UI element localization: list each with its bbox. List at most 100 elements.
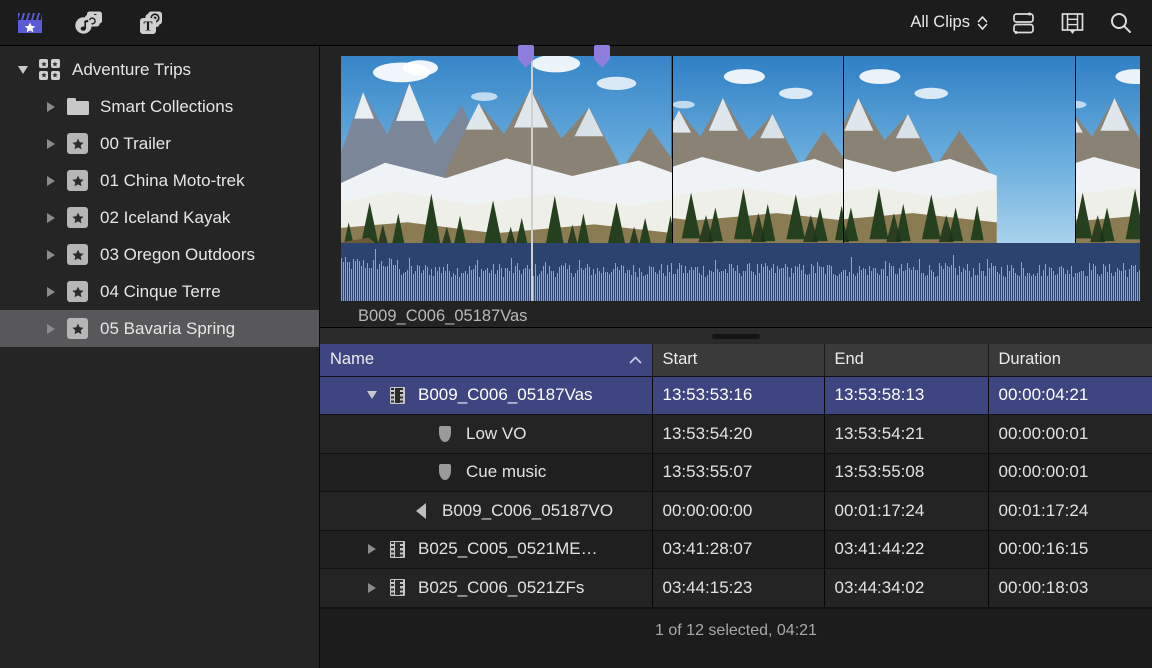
sidebar-disclosure[interactable] [10,66,36,74]
row-disclosure[interactable] [360,583,384,593]
sidebar-disclosure[interactable] [38,213,64,223]
column-header-label: Start [663,350,698,368]
star-icon [67,244,88,265]
table-row[interactable]: B009_C006_05187VO00:00:00:0000:01:17:240… [320,492,1152,531]
filmstrip-top-spacer [320,46,1152,56]
filmstrip-thumbnail [673,56,845,243]
disclosure-triangle-right-icon[interactable] [47,324,55,334]
column-header-name[interactable]: Name [320,344,652,376]
all-clips-label: All Clips [910,13,970,32]
all-clips-filter-button[interactable]: All Clips [910,13,988,32]
sidebar-item-icon [64,133,91,154]
sidebar-item-label: 03 Oregon Outdoors [91,245,255,265]
column-header-duration[interactable]: Duration [988,344,1152,376]
table-row[interactable]: Low VO13:53:54:2013:53:54:2100:00:00:01 [320,415,1152,454]
sidebar-item-00-trailer[interactable]: 00 Trailer [0,125,319,162]
row-type-icon [432,426,458,442]
audio-waveform [341,243,1140,301]
filmstrip-clip[interactable] [341,56,1140,301]
cell-duration: 00:00:04:21 [988,376,1152,415]
sidebar-item-adventure-trips[interactable]: Adventure Trips [0,51,319,88]
sidebar-item-icon [64,207,91,228]
cell-name[interactable]: B025_C005_0521ME… [320,530,652,569]
search-icon[interactable] [1108,11,1134,35]
list-view-icon[interactable] [1010,11,1037,35]
marker-cue-music[interactable] [594,45,610,67]
sidebar-disclosure[interactable] [38,139,64,149]
sidebar-item-label: 01 China Moto-trek [91,171,245,191]
chevron-up-down-icon [977,15,988,31]
sidebar-item-label: Adventure Trips [63,60,191,80]
cell-end: 03:44:34:02 [824,569,988,608]
filmstrip-view-icon[interactable] [1059,11,1086,35]
cell-duration: 00:00:18:03 [988,569,1152,608]
libraries-icon[interactable] [16,10,44,36]
disclosure-triangle-right-icon[interactable] [47,213,55,223]
row-name-label: B009_C006_05187VO [434,501,613,521]
filmstrip-thumbnail [844,56,1076,243]
cell-name[interactable]: Cue music [320,453,652,492]
row-disclosure[interactable] [360,391,384,399]
sidebar-item-04-cinque-terre[interactable]: 04 Cinque Terre [0,273,319,310]
disclosure-triangle-right-icon[interactable] [47,139,55,149]
clips-table-header: Name Start End Duration [320,344,1152,376]
disclosure-triangle-right-icon[interactable] [47,250,55,260]
disclosure-triangle-right-icon[interactable] [47,102,55,112]
cell-duration: 00:00:16:15 [988,530,1152,569]
table-row[interactable]: Cue music13:53:55:0713:53:55:0800:00:00:… [320,453,1152,492]
sidebar-item-label: 02 Iceland Kayak [91,208,230,228]
table-row[interactable]: B025_C005_0521ME…03:41:28:0703:41:44:220… [320,530,1152,569]
cell-end: 13:53:54:21 [824,415,988,454]
table-row[interactable]: B025_C006_0521ZFs03:44:15:2303:44:34:020… [320,569,1152,608]
disclosure-triangle-right-icon[interactable] [368,583,376,593]
cell-name[interactable]: B009_C006_05187VO [320,492,652,531]
column-header-end[interactable]: End [824,344,988,376]
clips-table: NameStartEndDuration B009_C006_05187Vas1… [320,344,1152,608]
column-header-label: Duration [999,350,1061,368]
svg-text:T: T [143,18,152,33]
filmstrip-thumbnail [341,56,673,243]
sidebar-disclosure[interactable] [38,287,64,297]
marker-low-vo[interactable] [518,45,534,67]
disclosure-triangle-down-icon[interactable] [18,66,28,74]
sidebar-disclosure[interactable] [38,102,64,112]
cell-name[interactable]: B025_C006_0521ZFs [320,569,652,608]
titles-generators-icon[interactable]: T [134,10,164,36]
film-clip-icon [390,541,405,558]
cell-start: 13:53:55:07 [652,453,824,492]
cell-end: 00:01:17:24 [824,492,988,531]
selection-status-text: 1 of 12 selected, 04:21 [655,622,817,640]
sidebar-item-03-oregon-outdoors[interactable]: 03 Oregon Outdoors [0,236,319,273]
waveform-bar [1139,270,1140,301]
library-icon [39,59,60,80]
disclosure-triangle-right-icon[interactable] [47,287,55,297]
header-row: Name Start End Duration [320,344,1152,376]
row-disclosure[interactable] [360,544,384,554]
pane-divider[interactable] [320,328,1152,344]
column-header-start[interactable]: Start [652,344,824,376]
disclosure-triangle-right-icon[interactable] [368,544,376,554]
pane-drag-handle[interactable] [712,334,760,339]
sidebar-disclosure[interactable] [38,324,64,334]
sidebar-item-05-bavaria-spring[interactable]: 05 Bavaria Spring [0,310,319,347]
column-header-label: End [835,350,864,368]
cell-duration: 00:00:00:01 [988,453,1152,492]
sidebar-item-01-china-moto-trek[interactable]: 01 China Moto-trek [0,162,319,199]
cell-end: 13:53:58:13 [824,376,988,415]
row-type-icon [408,503,434,519]
sidebar-disclosure[interactable] [38,250,64,260]
cell-start: 03:41:28:07 [652,530,824,569]
sidebar-item-icon [64,98,91,115]
disclosure-triangle-down-icon[interactable] [367,391,377,399]
cell-start: 00:00:00:00 [652,492,824,531]
disclosure-triangle-right-icon[interactable] [47,176,55,186]
cell-name[interactable]: B009_C006_05187Vas [320,376,652,415]
sidebar-disclosure[interactable] [38,176,64,186]
sidebar-item-02-iceland-kayak[interactable]: 02 Iceland Kayak [0,199,319,236]
photos-audio-icon[interactable] [74,10,104,36]
row-type-icon [384,541,410,558]
table-row[interactable]: B009_C006_05187Vas13:53:53:1613:53:58:13… [320,376,1152,415]
sidebar-item-smart-collections[interactable]: Smart Collections [0,88,319,125]
clips-table-area: NameStartEndDuration B009_C006_05187Vas1… [320,344,1152,668]
cell-name[interactable]: Low VO [320,415,652,454]
